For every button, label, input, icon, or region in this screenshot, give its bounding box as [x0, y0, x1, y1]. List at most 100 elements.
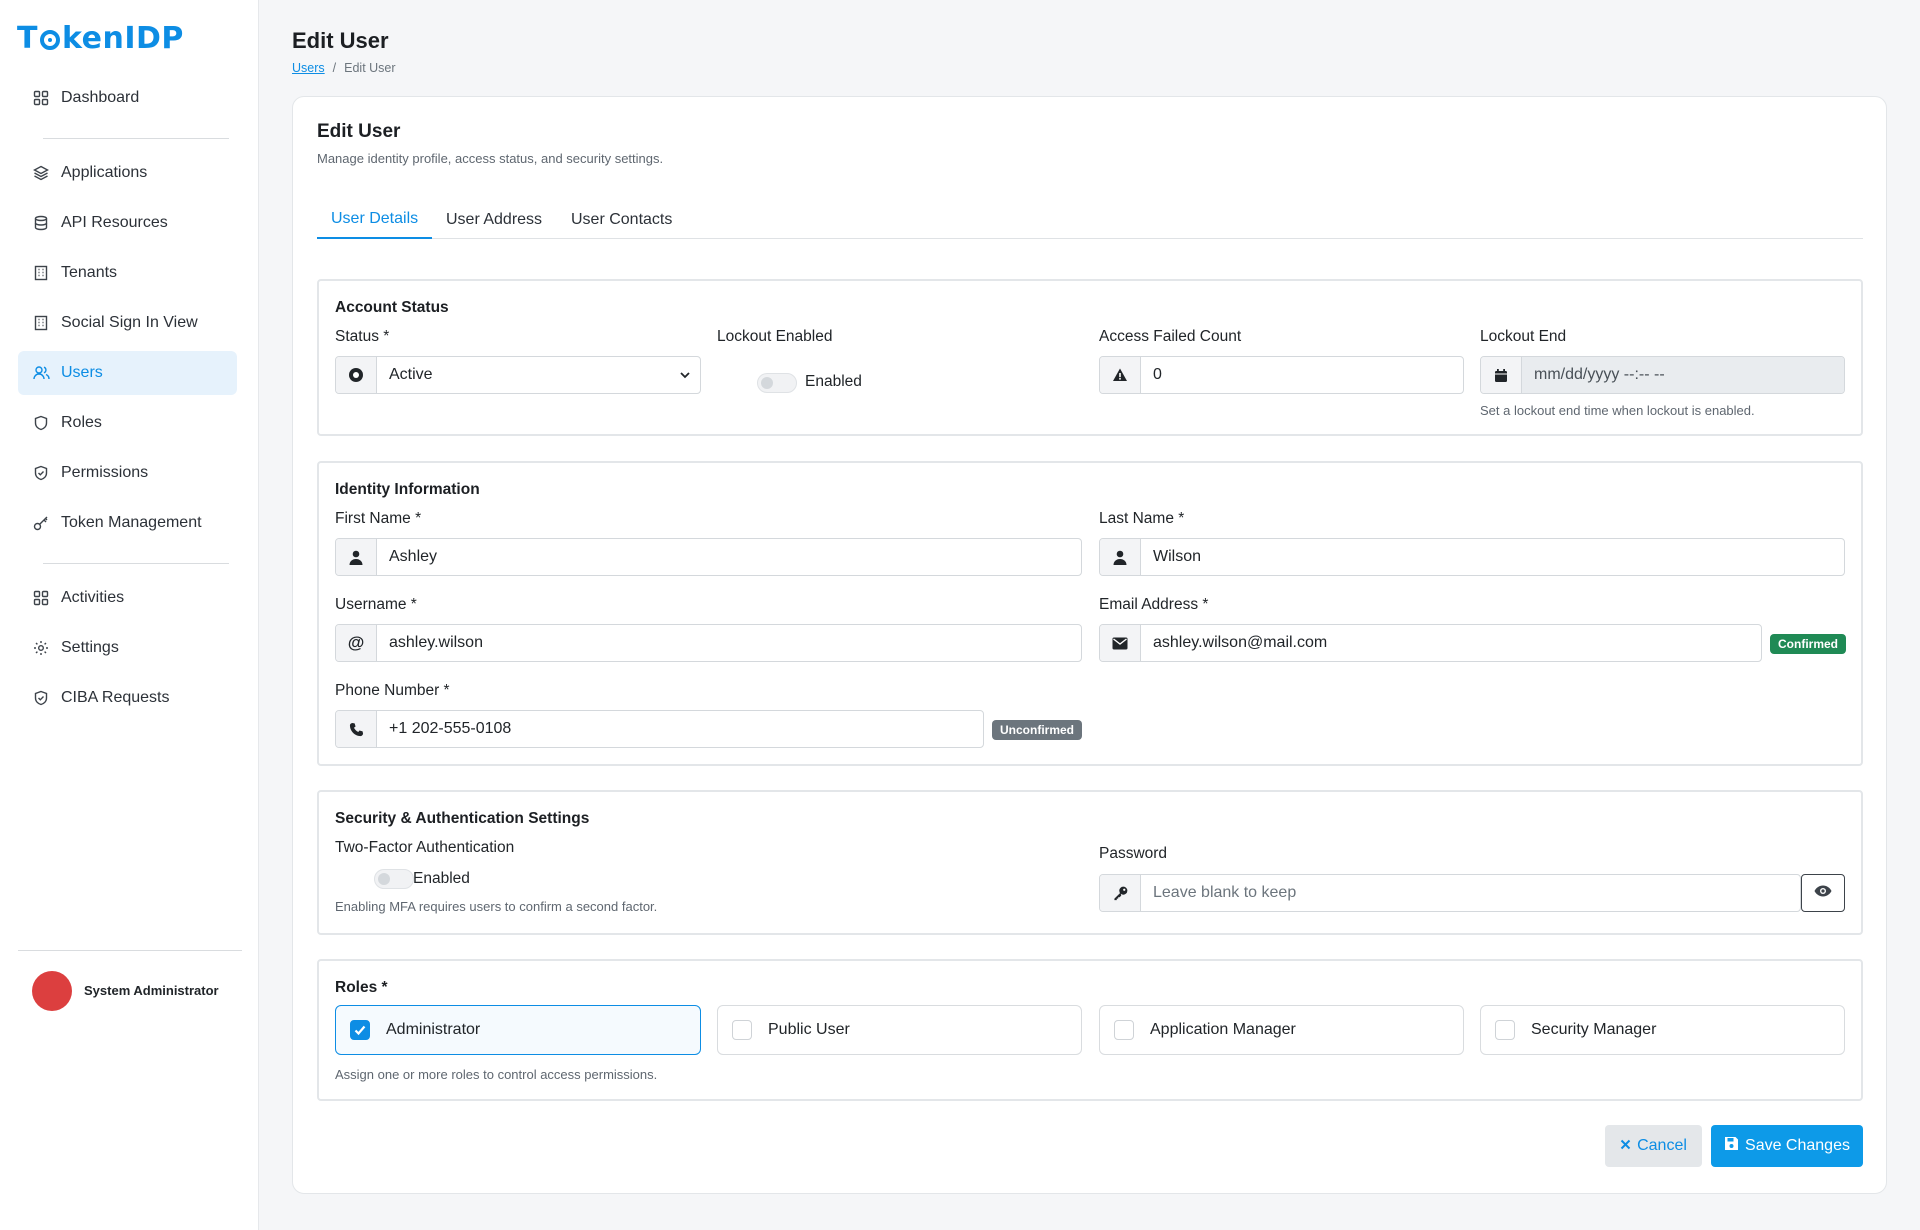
tab-user-details[interactable]: User Details [317, 200, 433, 239]
breadcrumb: Users / Edit User [292, 61, 396, 75]
grid-icon [32, 89, 50, 107]
breadcrumb-separator: / [332, 61, 337, 75]
dot-circle-icon [336, 357, 377, 393]
sidebar-item-settings[interactable]: Settings [18, 626, 237, 670]
mfa-hint: Enabling MFA requires users to confirm a… [335, 899, 658, 914]
key-icon [1100, 875, 1141, 911]
access-failed-count-input[interactable]: 0 [1099, 356, 1464, 394]
current-user-name: System Administrator [84, 983, 219, 998]
building-icon [32, 314, 50, 332]
avatar[interactable] [32, 971, 72, 1011]
close-icon [1620, 1137, 1631, 1155]
sidebar-item-roles[interactable]: Roles [18, 401, 237, 445]
sidebar-item-label: CIBA Requests [61, 689, 170, 706]
cancel-label: Cancel [1637, 1137, 1687, 1154]
tab-user-contacts[interactable]: User Contacts [557, 200, 686, 239]
last-name-label: Last Name * [1099, 510, 1185, 527]
sidebar-item-label: Social Sign In View [61, 314, 198, 331]
email-input[interactable]: ashley.wilson@mail.com [1099, 624, 1762, 662]
lockout-enabled-toggle[interactable] [757, 373, 797, 393]
users-icon [32, 364, 50, 382]
email-confirmed-badge: Confirmed [1770, 634, 1846, 654]
role-application-manager[interactable]: Application Manager [1099, 1005, 1464, 1055]
save-label: Save Changes [1745, 1137, 1850, 1154]
role-label: Application Manager [1150, 1021, 1296, 1038]
role-label: Security Manager [1531, 1021, 1657, 1038]
app-logo[interactable]: TkenIDP [17, 18, 184, 58]
toggle-password-visibility-button[interactable] [1801, 874, 1845, 912]
sidebar-item-token-management[interactable]: Token Management [18, 501, 237, 545]
phone-input[interactable]: +1 202-555-0108 [335, 710, 984, 748]
phone-label: Phone Number * [335, 682, 450, 699]
save-changes-button[interactable]: Save Changes [1711, 1125, 1863, 1167]
lockout-end-input[interactable]: mm/dd/yyyy --:-- -- [1480, 356, 1845, 394]
breadcrumb-users-link[interactable]: Users [292, 61, 325, 75]
sidebar-item-label: Activities [61, 589, 125, 606]
status-value: Active [389, 366, 433, 383]
sidebar-item-tenants[interactable]: Tenants [18, 251, 237, 295]
tab-bar: User Details User Address User Contacts [317, 200, 1863, 239]
sidebar-item-label: API Resources [61, 214, 168, 231]
last-name-value: Wilson [1153, 548, 1202, 565]
status-select[interactable]: Active [335, 356, 701, 394]
first-name-input[interactable]: Ashley [335, 538, 1082, 576]
role-label: Administrator [386, 1021, 481, 1038]
sidebar-item-label: Token Management [61, 514, 202, 531]
sidebar: TkenIDP Dashboard Applications API Resou… [0, 0, 259, 1230]
tab-user-address[interactable]: User Address [432, 200, 556, 239]
breadcrumb-current: Edit User [344, 61, 396, 75]
sidebar-item-applications[interactable]: Applications [18, 151, 237, 195]
sidebar-item-label: Settings [61, 639, 119, 656]
sidebar-divider [43, 563, 229, 564]
sidebar-item-activities[interactable]: Activities [18, 576, 237, 620]
mfa-toggle-label: Enabled [413, 870, 470, 887]
checkbox-unchecked[interactable] [732, 1020, 752, 1040]
at-sign-icon: @ [336, 625, 377, 661]
lockout-end-hint: Set a lockout end time when lockout is e… [1480, 403, 1755, 418]
password-input[interactable]: Leave blank to keep [1099, 874, 1801, 912]
checkbox-checked[interactable] [350, 1020, 370, 1040]
sidebar-item-label: Permissions [61, 464, 149, 481]
roles-hint: Assign one or more roles to control acce… [335, 1067, 658, 1082]
layers-icon [32, 164, 50, 182]
shield-check-icon [32, 689, 50, 707]
sidebar-item-dashboard[interactable]: Dashboard [18, 76, 237, 120]
password-placeholder: Leave blank to keep [1153, 884, 1297, 901]
chevron-down-icon [670, 357, 700, 393]
cancel-button[interactable]: Cancel [1605, 1125, 1702, 1167]
checkbox-unchecked[interactable] [1114, 1020, 1134, 1040]
phone-value: +1 202-555-0108 [389, 720, 512, 737]
status-label: Status * [335, 328, 390, 345]
sidebar-item-permissions[interactable]: Permissions [18, 451, 237, 495]
role-administrator[interactable]: Administrator [335, 1005, 701, 1055]
sidebar-item-label: Dashboard [61, 89, 140, 106]
sidebar-divider [18, 950, 242, 951]
sidebar-item-label: Applications [61, 164, 148, 181]
card-title: Edit User [317, 121, 401, 142]
sidebar-item-social-sign-in-view[interactable]: Social Sign In View [18, 301, 237, 345]
sidebar-item-api-resources[interactable]: API Resources [18, 201, 237, 245]
sidebar-item-users[interactable]: Users [18, 351, 237, 395]
warning-icon [1100, 357, 1141, 393]
role-public-user[interactable]: Public User [717, 1005, 1082, 1055]
username-input[interactable]: @ ashley.wilson [335, 624, 1082, 662]
check-icon [354, 1025, 366, 1036]
mfa-label: Two-Factor Authentication [335, 839, 515, 856]
mfa-toggle[interactable] [374, 869, 414, 889]
sidebar-divider [43, 138, 229, 139]
key-icon [32, 514, 50, 532]
phone-unconfirmed-badge: Unconfirmed [992, 720, 1083, 740]
checkbox-unchecked[interactable] [1495, 1020, 1515, 1040]
grid-icon [32, 589, 50, 607]
lockout-enabled-label: Lockout Enabled [717, 328, 833, 345]
shield-check-icon [32, 464, 50, 482]
sidebar-item-ciba-requests[interactable]: CIBA Requests [18, 676, 237, 720]
username-label: Username * [335, 596, 417, 613]
lockout-end-label: Lockout End [1480, 328, 1567, 345]
roles-title: Roles * [335, 979, 388, 996]
role-security-manager[interactable]: Security Manager [1480, 1005, 1845, 1055]
security-title: Security & Authentication Settings [335, 810, 590, 827]
first-name-value: Ashley [389, 548, 438, 565]
database-icon [32, 214, 50, 232]
last-name-input[interactable]: Wilson [1099, 538, 1845, 576]
